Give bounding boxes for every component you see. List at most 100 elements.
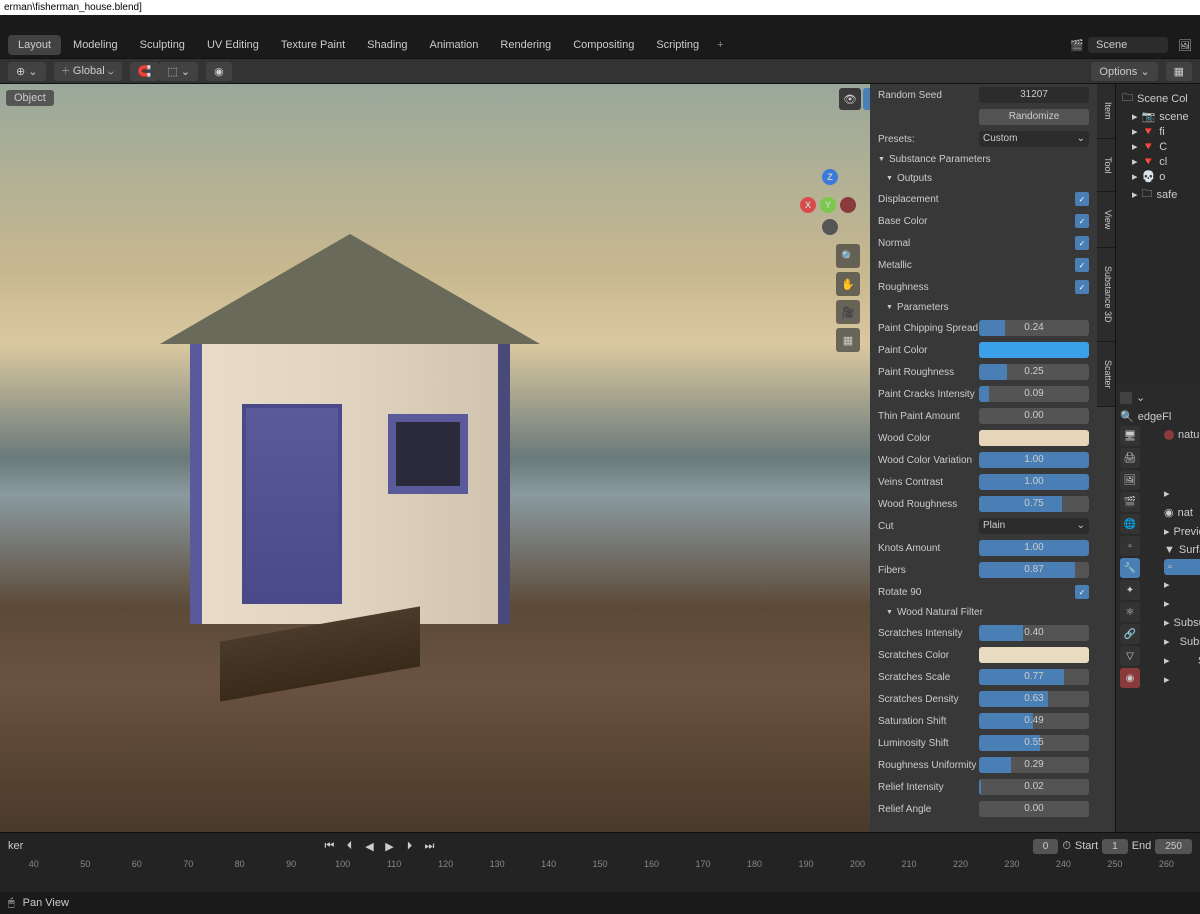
camera-icon[interactable]: 🎥 bbox=[836, 300, 860, 324]
timer-icon[interactable]: ⏱ bbox=[1062, 840, 1071, 853]
snap-dropdown[interactable]: ⬚ ⌄ bbox=[159, 62, 198, 81]
param-slider[interactable]: 1.00 bbox=[979, 452, 1089, 468]
outliner[interactable]: 🗀Scene Col ▸📷scene▸🔻fi▸🔻C▸🔻cl▸💀o▸🗀safe bbox=[1116, 84, 1200, 384]
play-reverse-icon[interactable]: ◀ bbox=[360, 837, 378, 855]
outliner-item[interactable]: ▸🔻fi bbox=[1130, 124, 1196, 139]
add-tab-icon[interactable]: + bbox=[711, 39, 729, 51]
param-slider[interactable]: 0.00 bbox=[979, 408, 1089, 424]
scene-name-input[interactable]: Scene bbox=[1088, 37, 1168, 53]
prop-tab-world[interactable]: 🌐 bbox=[1120, 514, 1140, 534]
prop-tab-particle[interactable]: ✦ bbox=[1120, 580, 1140, 600]
param-slider[interactable]: 1.00 bbox=[979, 540, 1089, 556]
nav-gizmo[interactable]: Z X Y bbox=[800, 169, 860, 229]
zoom-icon[interactable]: 🔍 bbox=[836, 244, 860, 268]
output-checkbox[interactable]: ✓ bbox=[1075, 214, 1089, 228]
parameters-header[interactable]: Parameters bbox=[870, 298, 1097, 317]
prop-tab-output[interactable]: 🖨 bbox=[1120, 448, 1140, 468]
param-slider[interactable]: 0.29 bbox=[979, 757, 1089, 773]
prop-tab-object[interactable]: ▫ bbox=[1120, 536, 1140, 556]
select-vis-icon[interactable]: 👁 bbox=[839, 88, 861, 110]
property-row[interactable]: ▸Spe bbox=[1164, 651, 1200, 670]
workspace-tab-layout[interactable]: Layout bbox=[8, 35, 61, 55]
param-color[interactable] bbox=[979, 647, 1089, 663]
prop-tab-constraint[interactable]: 🔗 bbox=[1120, 624, 1140, 644]
property-row[interactable]: ▸Ar bbox=[1164, 670, 1200, 689]
workspace-tab-shading[interactable]: Shading bbox=[357, 35, 417, 55]
axis-neg2[interactable] bbox=[822, 219, 838, 235]
param-dropdown[interactable]: Plain bbox=[979, 518, 1089, 534]
npanel-tab-tool[interactable]: Tool bbox=[1097, 139, 1115, 193]
persp-icon[interactable]: ▦ bbox=[836, 328, 860, 352]
workspace-tab-texture-paint[interactable]: Texture Paint bbox=[271, 35, 355, 55]
param-slider[interactable]: 0.77 bbox=[979, 669, 1089, 685]
current-frame-input[interactable]: 0 bbox=[1033, 839, 1059, 854]
param-slider[interactable]: 0.75 bbox=[979, 496, 1089, 512]
view-layer-icon[interactable]: 🖼 bbox=[1178, 39, 1192, 52]
param-slider[interactable]: 0.24 bbox=[979, 320, 1089, 336]
end-frame-input[interactable]: 250 bbox=[1155, 839, 1192, 854]
keyframe-prev-icon[interactable]: ⏴ bbox=[340, 837, 358, 855]
property-row[interactable]: ▸Subsurf bbox=[1164, 632, 1200, 651]
outputs-header[interactable]: Outputs bbox=[870, 169, 1097, 188]
proportional-toggle[interactable]: ◉ bbox=[206, 62, 232, 81]
outliner-item[interactable]: ▸💀o bbox=[1130, 169, 1196, 184]
property-row[interactable]: ▸B bbox=[1164, 575, 1200, 594]
random-seed-input[interactable]: 31207 bbox=[979, 87, 1089, 103]
workspace-tab-rendering[interactable]: Rendering bbox=[490, 35, 561, 55]
pan-icon[interactable]: ✋ bbox=[836, 272, 860, 296]
randomize-button[interactable]: Randomize bbox=[979, 109, 1089, 125]
axis-z[interactable]: Z bbox=[822, 169, 838, 185]
prop-tab-material[interactable]: ◉ bbox=[1120, 668, 1140, 688]
npanel-tab-substance-3d[interactable]: Substance 3D bbox=[1097, 248, 1115, 342]
output-checkbox[interactable]: ✓ bbox=[1075, 236, 1089, 250]
workspace-tab-sculpting[interactable]: Sculpting bbox=[130, 35, 195, 55]
npanel-tab-view[interactable]: View bbox=[1097, 192, 1115, 248]
param-color[interactable] bbox=[979, 430, 1089, 446]
output-checkbox[interactable]: ✓ bbox=[1075, 258, 1089, 272]
param-slider[interactable]: 0.00 bbox=[979, 801, 1089, 817]
node-icon[interactable]: ▫ bbox=[1168, 561, 1172, 573]
param-slider[interactable]: 0.87 bbox=[979, 562, 1089, 578]
timeline-ruler[interactable]: 4050607080901001101201301401501601701801… bbox=[0, 859, 1200, 877]
options-dropdown[interactable]: Options ⌄ bbox=[1091, 62, 1157, 81]
param-slider[interactable]: 0.63 bbox=[979, 691, 1089, 707]
cursor-dropdown[interactable]: ⊕ ⌄ bbox=[8, 62, 46, 81]
param-color[interactable] bbox=[979, 342, 1089, 358]
param-slider[interactable]: 0.02 bbox=[979, 779, 1089, 795]
prop-tab-render[interactable]: 🖥 bbox=[1120, 426, 1140, 446]
pin-icon[interactable] bbox=[1120, 392, 1132, 404]
workspace-tab-modeling[interactable]: Modeling bbox=[63, 35, 128, 55]
outliner-item[interactable]: ▸🔻cl bbox=[1130, 154, 1196, 169]
workspace-tab-compositing[interactable]: Compositing bbox=[563, 35, 644, 55]
play-icon[interactable]: ▶ bbox=[380, 837, 398, 855]
jump-start-icon[interactable]: ⏮ bbox=[320, 837, 338, 855]
search-input[interactable]: edgeFl bbox=[1138, 411, 1172, 423]
axis-neg[interactable] bbox=[840, 197, 856, 213]
prop-tab-view[interactable]: 🖼 bbox=[1120, 470, 1140, 490]
mode-dropdown[interactable]: Object bbox=[6, 90, 54, 106]
workspace-tab-scripting[interactable]: Scripting bbox=[646, 35, 709, 55]
axis-y[interactable]: Y bbox=[820, 197, 836, 213]
workspace-tab-animation[interactable]: Animation bbox=[420, 35, 489, 55]
param-slider[interactable]: 0.49 bbox=[979, 713, 1089, 729]
param-slider[interactable]: 0.09 bbox=[979, 386, 1089, 402]
outliner-item[interactable]: ▸🔻C bbox=[1130, 139, 1196, 154]
npanel-tab-item[interactable]: Item bbox=[1097, 84, 1115, 139]
property-row[interactable]: ▸Subsurfa bbox=[1164, 613, 1200, 632]
extra-icon[interactable]: ▦ bbox=[1166, 62, 1192, 81]
property-row[interactable]: ▸S bbox=[1164, 594, 1200, 613]
prop-tab-physics[interactable]: ⚛ bbox=[1120, 602, 1140, 622]
outliner-item[interactable]: ▸🗀safe bbox=[1130, 184, 1196, 205]
wood-filter-header[interactable]: Wood Natural Filter bbox=[870, 603, 1097, 622]
param-slider[interactable]: 0.55 bbox=[979, 735, 1089, 751]
prop-tab-mesh[interactable]: ▽ bbox=[1120, 646, 1140, 666]
output-checkbox[interactable]: ✓ bbox=[1075, 280, 1089, 294]
outliner-item[interactable]: ▸📷scene bbox=[1130, 109, 1196, 124]
3d-viewport[interactable]: Object 👁 ✦ ⌄ ⊚ ⌄ ▣ ⬤ ⬤ ⬤ ⬤ ⌄ Z X Y 🔍 ✋ 🎥 bbox=[0, 84, 1115, 832]
output-checkbox[interactable]: ✓ bbox=[1075, 192, 1089, 206]
jump-end-icon[interactable]: ⏭ bbox=[420, 837, 438, 855]
param-slider[interactable]: 0.40 bbox=[979, 625, 1089, 641]
param-slider[interactable]: 0.25 bbox=[979, 364, 1089, 380]
prop-tab-scene[interactable]: 🎬 bbox=[1120, 492, 1140, 512]
npanel-tab-scatter[interactable]: Scatter bbox=[1097, 342, 1115, 408]
